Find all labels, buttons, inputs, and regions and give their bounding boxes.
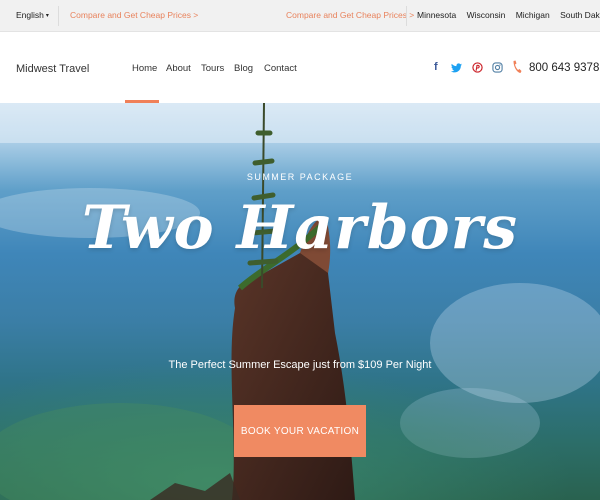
state-link-south-dakota[interactable]: South Dakota (560, 10, 600, 20)
hero-title: Two Harbors (81, 193, 519, 263)
nav-item-blog[interactable]: Blog (234, 63, 253, 74)
nav-item-about[interactable]: About (166, 63, 191, 74)
state-link-michigan[interactable]: Michigan (516, 10, 550, 20)
promo-link-left[interactable]: Compare and Get Cheap Prices > (70, 10, 198, 20)
nav-item-tours[interactable]: Tours (201, 63, 224, 74)
divider (406, 6, 407, 26)
promo-link-right[interactable]: Compare and Get Cheap Prices > (286, 10, 414, 20)
site-logo[interactable]: Midwest Travel (16, 63, 89, 75)
state-link-minnesota[interactable]: Minnesota (417, 10, 456, 20)
language-selector[interactable]: English ▾ (16, 10, 49, 20)
hero-tagline: The Perfect Summer Escape just from $109… (168, 359, 432, 371)
hero-kicker: SUMMER PACKAGE (246, 172, 354, 182)
divider (58, 6, 59, 26)
twitter-icon[interactable] (451, 63, 462, 73)
phone-number[interactable]: 800 643 9378 (529, 62, 599, 74)
language-label: English (16, 10, 44, 20)
nav-item-contact[interactable]: Contact (264, 63, 297, 74)
main-nav: Midwest Travel Home About Tours Blog Con… (0, 32, 600, 103)
hero-section: SUMMER PACKAGE Two Harbors The Perfect S… (0, 103, 600, 500)
pinterest-icon[interactable] (472, 62, 483, 73)
phone-icon (513, 60, 522, 73)
book-vacation-button[interactable]: BOOK YOUR VACATION (234, 405, 366, 457)
chevron-down-icon: ▾ (45, 13, 49, 19)
instagram-icon[interactable] (492, 62, 503, 73)
state-links: Minnesota Wisconsin Michigan South Dakot… (417, 10, 600, 20)
nav-item-home[interactable]: Home (132, 63, 157, 74)
state-link-wisconsin[interactable]: Wisconsin (467, 10, 506, 20)
facebook-icon[interactable]: f (434, 61, 438, 73)
top-bar: English ▾ Compare and Get Cheap Prices > … (0, 0, 600, 32)
